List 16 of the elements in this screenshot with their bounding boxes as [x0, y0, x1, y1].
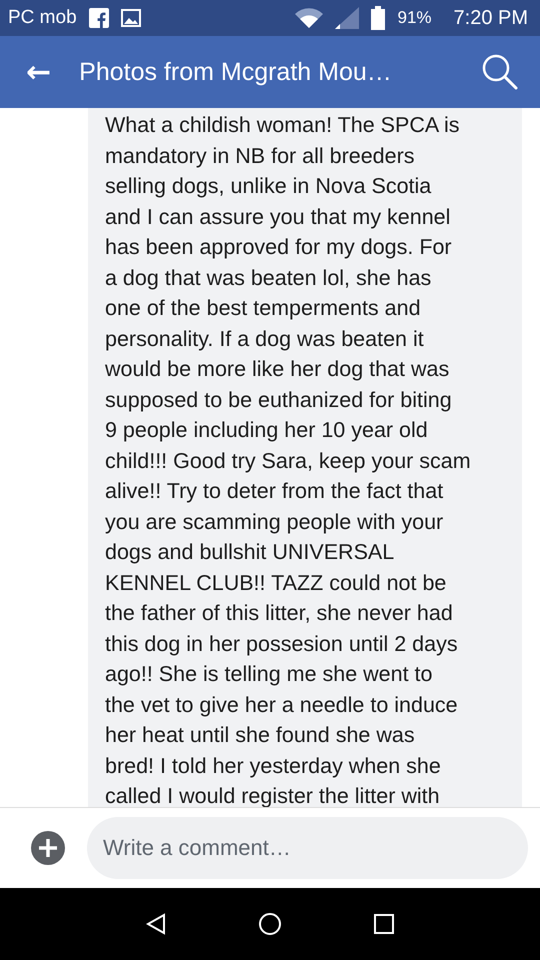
page-title: Photos from Mcgrath Mou… [79, 58, 393, 86]
battery-icon [371, 6, 386, 30]
comment-field[interactable]: Write a comment… [87, 817, 528, 879]
wifi-icon [295, 8, 324, 28]
carrier-name: PC mob [8, 7, 77, 29]
image-icon [120, 9, 141, 27]
back-button[interactable]: ← [26, 54, 52, 90]
facebook-icon [88, 8, 109, 28]
battery-level: 91% [397, 8, 432, 28]
home-icon[interactable] [258, 913, 281, 935]
clock: 7:20 PM [454, 6, 528, 30]
signal-icon [335, 7, 360, 29]
add-icon[interactable] [31, 831, 65, 865]
search-icon[interactable] [482, 54, 518, 90]
back-icon[interactable] [146, 913, 166, 935]
recents-icon[interactable] [374, 914, 394, 934]
